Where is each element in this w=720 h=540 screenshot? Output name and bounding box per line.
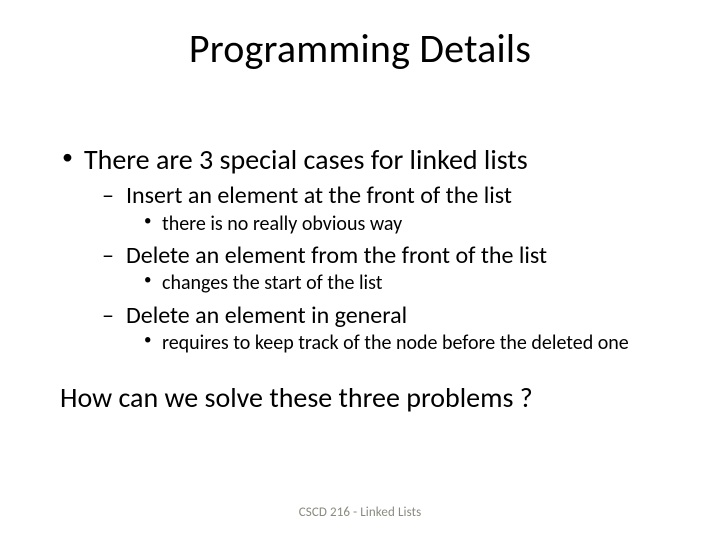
bullet-level3: there is no really obvious way <box>142 213 672 237</box>
slide: Programming Details There are 3 special … <box>0 0 720 540</box>
closing-question: How can we solve these three problems ? <box>60 382 672 414</box>
bullet-level3: requires to keep track of the node befor… <box>142 332 672 356</box>
slide-body: There are 3 special cases for linked lis… <box>60 144 672 414</box>
slide-footer: CSCD 216 - Linked Lists <box>0 505 720 520</box>
bullet-level2: Insert an element at the front of the li… <box>100 182 672 210</box>
bullet-level1: There are 3 special cases for linked lis… <box>60 144 672 176</box>
bullet-level3: changes the start of the list <box>142 272 672 296</box>
bullet-level2: Delete an element in general <box>100 302 672 330</box>
slide-title: Programming Details <box>0 0 720 73</box>
bullet-level2: Delete an element from the front of the … <box>100 242 672 270</box>
